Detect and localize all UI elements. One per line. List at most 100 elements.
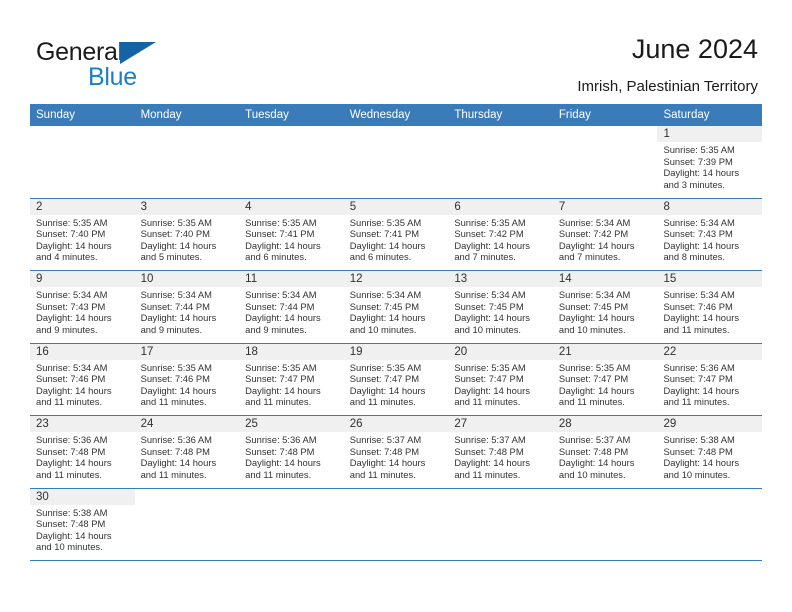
calendar-day-cell[interactable]: 1 Sunrise: 5:35 AM Sunset: 7:39 PM Daylight… [657, 126, 763, 198]
calendar-day-cell[interactable]: 13 Sunrise: 5:34 AM Sunset: 7:45 PM Dayligh… [448, 271, 553, 343]
daylight-text: Daylight: 14 hours and 10 minutes. [663, 457, 740, 480]
day-number-band: 22 [657, 343, 763, 360]
calendar-day-cell[interactable]: 12 Sunrise: 5:34 AM Sunset: 7:45 PM Dayligh… [343, 271, 449, 343]
daylight-text: Daylight: 14 hours and 11 minutes. [245, 384, 321, 408]
calendar-day-cell[interactable]: 6 Sunrise: 5:35 AM Sunset: 7:42 PM Daylight… [448, 198, 553, 270]
daylight-text: Daylight: 14 hours and 11 minutes. [454, 457, 530, 480]
calendar-day-cell[interactable]: 2 Sunrise: 5:35 AM Sunset: 7:40 PM Daylight… [30, 198, 135, 270]
day-details: Sunrise: 5:38 AM Sunset: 7:48 PM Daylight:… [30, 505, 135, 553]
day-number: 2 [36, 200, 43, 213]
day-number: 22 [663, 345, 677, 358]
sunset-text: Sunset: 7:47 PM [245, 373, 315, 385]
daylight-text: Daylight: 14 hours and 7 minutes. [558, 239, 635, 263]
sunrise-text: Sunrise: 5:34 AM [245, 289, 317, 300]
page-header: General Blue June 2024 Imrish, Palestini… [0, 0, 792, 103]
sunset-text: Sunset: 7:42 PM [454, 228, 524, 240]
day-number: 1 [663, 128, 670, 140]
sunset-text: Sunset: 7:43 PM [36, 300, 106, 312]
day-number-band: 7 [552, 198, 658, 215]
sunrise-text: Sunrise: 5:35 AM [454, 361, 526, 373]
sunrise-text: Sunrise: 5:34 AM [140, 289, 212, 300]
calendar-day-cell[interactable]: 15 Sunrise: 5:34 AM Sunset: 7:46 PM Dayligh… [657, 271, 763, 343]
daylight-text: Daylight: 14 hours and 10 minutes. [558, 457, 635, 480]
calendar-day-empty [448, 488, 553, 560]
calendar-day-cell[interactable]: 23 Sunrise: 5:36 AM Sunset: 7:48 PM Dayligh… [30, 416, 135, 488]
calendar-day-cell[interactable]: 27 Sunrise: 5:37 AM Sunset: 7:48 PM Dayligh… [448, 416, 553, 488]
calendar-day-cell[interactable]: 10 Sunrise: 5:34 AM Sunset: 7:44 PM Dayligh… [134, 271, 240, 343]
calendar-day-cell[interactable]: 20 Sunrise: 5:35 AM Sunset: 7:47 PM Dayligh… [448, 343, 553, 415]
calendar-day-cell[interactable]: 5 Sunrise: 5:35 AM Sunset: 7:41 PM Daylight… [343, 198, 449, 270]
day-number: 29 [663, 418, 677, 430]
day-number-band: 23 [30, 416, 135, 432]
day-number: 4 [245, 200, 252, 213]
daylight-text: Daylight: 14 hours and 11 minutes. [558, 384, 635, 408]
day-details: Sunrise: 5:35 AM Sunset: 7:47 PM Daylight:… [239, 360, 344, 408]
sunset-text: Sunset: 7:40 PM [140, 228, 210, 240]
day-details: Sunrise: 5:35 AM Sunset: 7:47 PM Daylight:… [448, 360, 553, 408]
day-details: Sunrise: 5:35 AM Sunset: 7:40 PM Daylight:… [30, 215, 135, 263]
calendar-day-empty [239, 126, 344, 198]
sunset-text: Sunset: 7:45 PM [558, 300, 629, 312]
calendar-day-cell[interactable]: 11 Sunrise: 5:34 AM Sunset: 7:44 PM Dayligh… [239, 271, 344, 343]
day-number: 9 [36, 273, 43, 285]
day-details: Sunrise: 5:34 AM Sunset: 7:43 PM Daylight:… [30, 287, 135, 335]
calendar-day-cell[interactable]: 26 Sunrise: 5:37 AM Sunset: 7:48 PM Dayligh… [343, 416, 449, 488]
calendar-day-cell[interactable]: 22 Sunrise: 5:36 AM Sunset: 7:47 PM Dayligh… [657, 343, 763, 415]
day-number: 28 [558, 418, 572, 430]
day-details: Sunrise: 5:35 AM Sunset: 7:40 PM Daylight:… [135, 215, 240, 263]
calendar-day-cell[interactable]: 19 Sunrise: 5:35 AM Sunset: 7:47 PM Dayligh… [343, 343, 449, 415]
calendar-weeks: 1 Sunrise: 5:35 AM Sunset: 7:39 PM Daylight… [30, 126, 763, 561]
calendar-day-cell[interactable]: 16 Sunrise: 5:34 AM Sunset: 7:46 PM Dayligh… [30, 343, 135, 415]
daylight-text: Daylight: 14 hours and 5 minutes. [140, 239, 217, 263]
day-number-band: 20 [448, 343, 553, 360]
sunset-text: Sunset: 7:48 PM [36, 518, 106, 530]
day-number: 30 [36, 490, 49, 503]
day-details: Sunrise: 5:38 AM Sunset: 7:48 PM Daylight:… [657, 432, 762, 480]
calendar-day-cell[interactable]: 24 Sunrise: 5:36 AM Sunset: 7:48 PM Dayligh… [134, 416, 240, 488]
calendar-day-cell[interactable]: 30 Sunrise: 5:38 AM Sunset: 7:48 PM Dayligh… [30, 488, 135, 560]
calendar-day-cell[interactable]: 8 Sunrise: 5:34 AM Sunset: 7:43 PM Daylight… [657, 198, 763, 270]
calendar-day-cell[interactable]: 14 Sunrise: 5:34 AM Sunset: 7:45 PM Dayligh… [552, 271, 658, 343]
sunset-text: Sunset: 7:45 PM [454, 300, 524, 312]
calendar-week-row: 16 Sunrise: 5:34 AM Sunset: 7:46 PM Dayligh… [30, 343, 763, 416]
day-number-band: 26 [343, 416, 449, 432]
day-details: Sunrise: 5:34 AM Sunset: 7:43 PM Daylight:… [657, 215, 762, 263]
calendar-day-empty [448, 126, 553, 198]
day-details: Sunrise: 5:35 AM Sunset: 7:41 PM Daylight:… [344, 215, 449, 263]
calendar-day-cell[interactable]: 7 Sunrise: 5:34 AM Sunset: 7:42 PM Daylight… [552, 198, 658, 270]
sunset-text: Sunset: 7:44 PM [245, 300, 315, 312]
generalblue-logo[interactable]: General Blue [36, 38, 236, 91]
sunrise-text: Sunrise: 5:35 AM [36, 216, 108, 228]
sunrise-text: Sunrise: 5:36 AM [663, 361, 735, 373]
calendar-day-cell[interactable]: 29 Sunrise: 5:38 AM Sunset: 7:48 PM Dayligh… [657, 416, 763, 488]
calendar-day-cell[interactable]: 4 Sunrise: 5:35 AM Sunset: 7:41 PM Daylight… [239, 198, 344, 270]
day-details: Sunrise: 5:37 AM Sunset: 7:48 PM Daylight:… [553, 432, 658, 480]
calendar-day-cell[interactable]: 21 Sunrise: 5:35 AM Sunset: 7:47 PM Dayligh… [552, 343, 658, 415]
calendar-week-row: 1 Sunrise: 5:35 AM Sunset: 7:39 PM Daylight… [30, 126, 763, 199]
logo-text-blue: Blue [88, 63, 137, 91]
day-details: Sunrise: 5:36 AM Sunset: 7:48 PM Daylight:… [30, 432, 135, 480]
sunset-text: Sunset: 7:47 PM [349, 373, 420, 385]
calendar-day-cell[interactable]: 18 Sunrise: 5:35 AM Sunset: 7:47 PM Dayligh… [239, 343, 344, 415]
day-number: 17 [140, 345, 154, 358]
calendar-day-empty [134, 488, 240, 560]
sunset-text: Sunset: 7:48 PM [663, 445, 733, 457]
daylight-text: Daylight: 14 hours and 6 minutes. [245, 239, 321, 263]
calendar-day-cell[interactable]: 28 Sunrise: 5:37 AM Sunset: 7:48 PM Dayligh… [552, 416, 658, 488]
day-number: 7 [558, 200, 566, 213]
day-number: 13 [454, 273, 468, 285]
daylight-text: Daylight: 14 hours and 10 minutes. [454, 312, 530, 335]
calendar-day-empty [239, 488, 344, 560]
weekday-monday: Monday [140, 109, 182, 121]
sunrise-text: Sunrise: 5:34 AM [663, 289, 735, 300]
calendar-day-cell[interactable]: 25 Sunrise: 5:36 AM Sunset: 7:48 PM Dayligh… [239, 416, 344, 488]
day-number-band: 2 [30, 198, 135, 215]
calendar-day-cell[interactable]: 17 Sunrise: 5:35 AM Sunset: 7:46 PM Dayligh… [134, 343, 240, 415]
weekday-sunday: Sunday [36, 109, 76, 121]
calendar-day-empty [657, 488, 763, 560]
day-number: 12 [349, 273, 363, 285]
calendar-day-cell[interactable]: 9 Sunrise: 5:34 AM Sunset: 7:43 PM Daylight… [30, 271, 135, 343]
calendar-day-cell[interactable]: 3 Sunrise: 5:35 AM Sunset: 7:40 PM Daylight… [134, 198, 240, 270]
weekday-friday: Friday [558, 109, 591, 121]
day-details: Sunrise: 5:34 AM Sunset: 7:45 PM Daylight:… [448, 287, 553, 335]
